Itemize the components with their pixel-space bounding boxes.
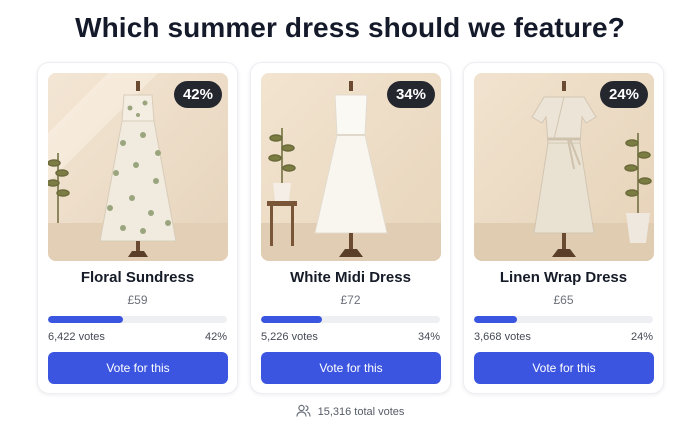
vote-progress-fill (48, 316, 124, 323)
poll-question: Which summer dress should we feature? (75, 12, 625, 43)
vote-progress-fill (261, 316, 322, 323)
vote-button-white-midi-dress[interactable]: Vote for this (261, 352, 441, 384)
users-icon (295, 404, 311, 417)
vote-count: 6,422 votes (48, 331, 105, 343)
option-price: £72 (340, 293, 361, 307)
total-votes: 15,316 total votes (0, 404, 700, 418)
vote-progress-bar (48, 316, 227, 323)
vote-count: 5,226 votes (261, 331, 318, 343)
percent-badge: 34% (386, 81, 435, 108)
option-card-linen-wrap-dress: 24% Linen Wrap Dress £65 3,668 votes 24%… (463, 62, 664, 394)
option-card-white-midi-dress: 34% White Midi Dress £72 5,226 votes 34%… (250, 62, 451, 394)
vote-percent: 24% (630, 331, 653, 343)
option-price: £59 (127, 293, 148, 307)
total-votes-label: 15,316 total votes (317, 406, 405, 418)
vote-percent: 34% (417, 331, 440, 343)
option-name: White Midi Dress (290, 269, 411, 286)
dress-photo: 42% (48, 73, 228, 261)
vote-percent: 42% (204, 331, 227, 343)
dress-photo: 34% (261, 73, 441, 261)
vote-count: 3,668 votes (474, 331, 531, 343)
dress-photo: 24% (474, 73, 654, 261)
vote-button-floral-sundress[interactable]: Vote for this (48, 352, 228, 384)
percent-badge: 42% (173, 81, 222, 108)
option-name: Floral Sundress (80, 269, 195, 286)
option-price: £65 (553, 293, 574, 307)
vote-progress-bar (474, 316, 653, 323)
percent-badge: 24% (599, 81, 648, 108)
vote-button-linen-wrap-dress[interactable]: Vote for this (474, 352, 654, 384)
vote-progress-fill (474, 316, 517, 323)
option-card-floral-sundress: 42% Floral Sundress £59 6,422 votes 42% … (37, 62, 238, 394)
option-name: Linen Wrap Dress (499, 269, 628, 286)
vote-progress-bar (261, 316, 440, 323)
